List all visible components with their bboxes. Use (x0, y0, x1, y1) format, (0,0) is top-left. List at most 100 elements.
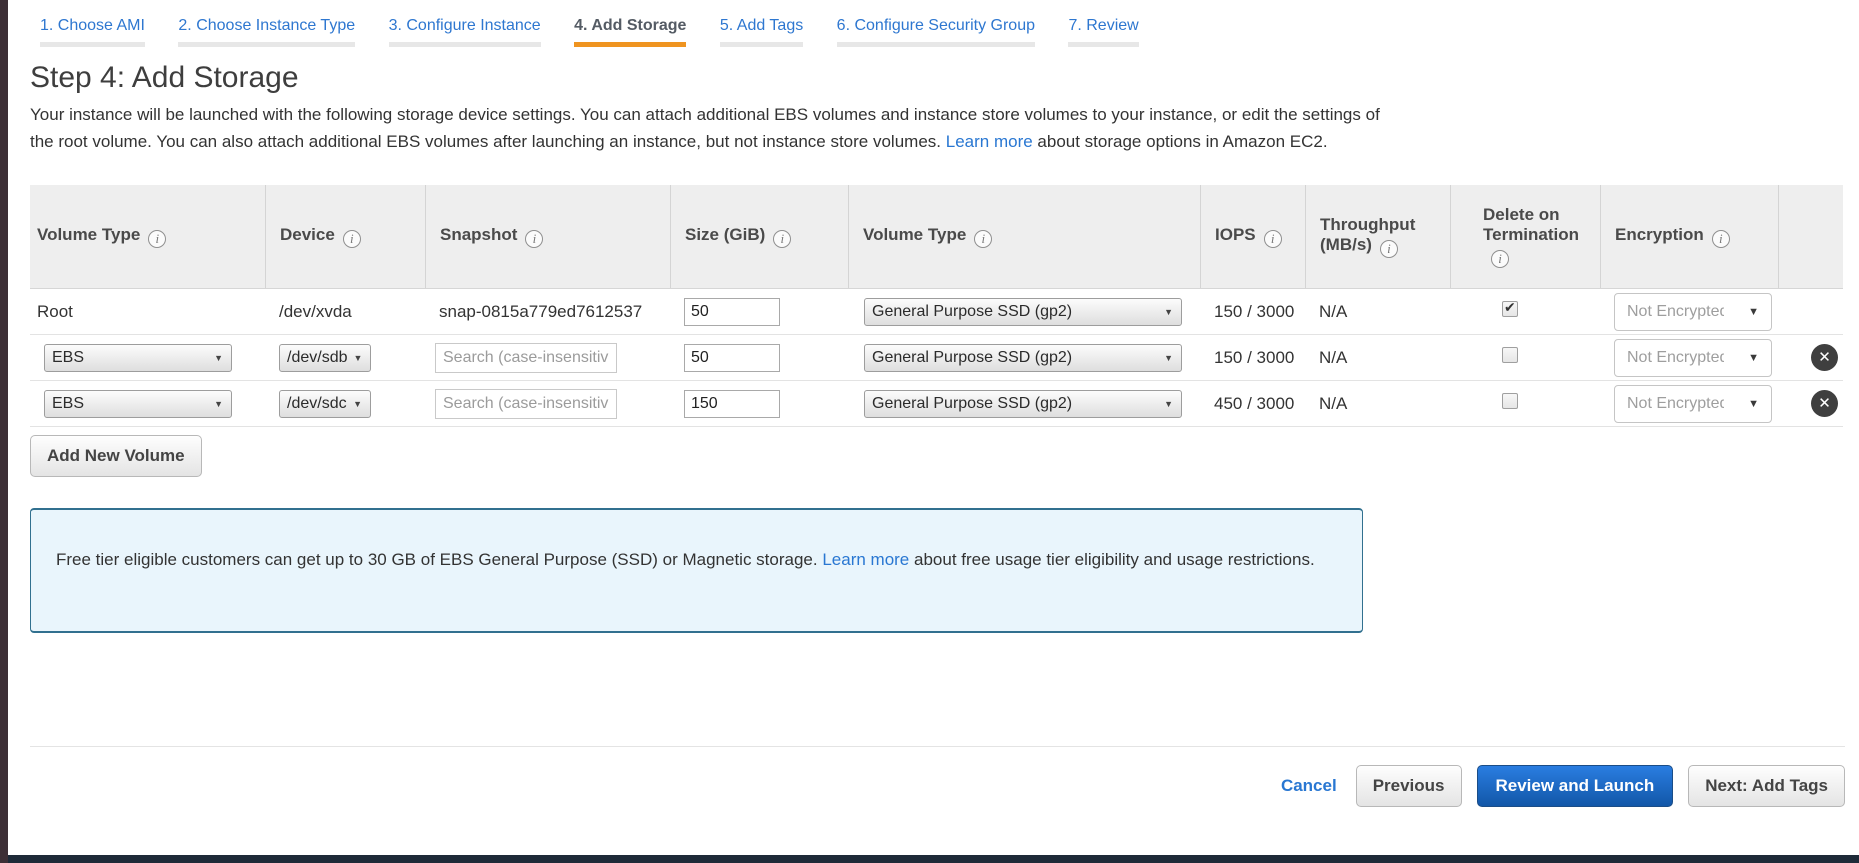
device-select[interactable]: /dev/sdc ▼ (279, 389, 371, 418)
delete-on-termination-checkbox[interactable] (1502, 393, 1518, 409)
wizard-step-tabs: 1. Choose AMI 2. Choose Instance Type 3.… (30, 0, 1845, 47)
remove-volume-button[interactable]: ✕ (1811, 390, 1838, 417)
ec2-launch-wizard-page: 1. Choose AMI 2. Choose Instance Type 3.… (0, 0, 1859, 863)
footer-divider (30, 746, 1845, 747)
volume-row-sdc: EBS▼ /dev/sdc▼ General Purpose SSD (gp2)… (30, 381, 1843, 427)
column-header-iops: IOPS i (1200, 185, 1305, 288)
size-input[interactable] (684, 389, 780, 418)
chevron-down-icon: ▼ (1748, 351, 1759, 364)
tab-underline (836, 42, 1035, 47)
column-header-delete-on-termination: Delete on Termination i (1450, 185, 1600, 288)
select-caret-icon: ▼ (214, 352, 223, 363)
column-header-volume-type: Volume Type i (30, 185, 265, 288)
column-header-actions (1778, 185, 1843, 288)
tab-underline (40, 42, 145, 47)
encryption-select[interactable]: Not Encrypted ▼ (1614, 292, 1772, 331)
select-caret-icon: ▼ (214, 398, 223, 409)
iops-cell: 150 / 3000 (1214, 347, 1295, 367)
info-icon[interactable]: i (974, 230, 993, 248)
info-icon[interactable]: i (342, 230, 361, 248)
tab-underline (388, 42, 541, 47)
size-input[interactable] (684, 343, 780, 372)
tab-label: 4. Add Storage (574, 17, 687, 34)
tab-label: 2. Choose Instance Type (178, 17, 356, 34)
info-icon[interactable]: i (773, 230, 792, 248)
tab-label: 3. Configure Instance (388, 17, 541, 34)
tab-underline (178, 42, 356, 47)
intro-text: Your instance will be launched with the … (30, 101, 1380, 155)
volume-type-select[interactable]: General Purpose SSD (gp2) ▼ (864, 343, 1182, 372)
volume-row-sdb: EBS▼ /dev/sdb▼ General Purpose SSD (gp2)… (30, 335, 1843, 381)
column-header-volume-type-2: Volume Type i (848, 185, 1200, 288)
select-caret-icon: ▼ (1164, 352, 1173, 363)
tab-underline (719, 42, 804, 47)
previous-button[interactable]: Previous (1355, 765, 1462, 807)
device-cell: /dev/xvda (279, 301, 352, 321)
volume-type-select[interactable]: General Purpose SSD (gp2) ▼ (864, 297, 1182, 326)
tab-choose-ami[interactable]: 1. Choose AMI (30, 17, 155, 47)
volume-type-select[interactable]: General Purpose SSD (gp2) ▼ (864, 389, 1182, 418)
learn-more-storage-link[interactable]: Learn more (946, 132, 1033, 151)
snapshot-cell: snap-0815a779ed7612537 (439, 301, 643, 321)
snapshot-search-input[interactable] (435, 342, 617, 373)
snapshot-search-input[interactable] (435, 388, 617, 419)
tab-label: 6. Configure Security Group (836, 17, 1035, 34)
column-header-throughput: Throughput (MB/s) i (1305, 185, 1450, 288)
size-input[interactable] (684, 297, 780, 326)
info-icon[interactable]: i (525, 230, 544, 248)
column-header-size: Size (GiB) i (670, 185, 848, 288)
next-add-tags-button[interactable]: Next: Add Tags (1688, 765, 1845, 807)
volume-row-root: Root /dev/xvda snap-0815a779ed7612537 Ge… (30, 289, 1843, 335)
delete-on-termination-checkbox[interactable] (1502, 347, 1518, 363)
left-edge-stripe (0, 0, 8, 863)
volume-type-select[interactable]: EBS ▼ (44, 389, 232, 418)
tab-review[interactable]: 7. Review (1058, 17, 1148, 47)
page-title: Step 4: Add Storage (30, 61, 299, 94)
encryption-select[interactable]: Not Encrypted ▼ (1614, 338, 1772, 377)
encryption-select[interactable]: Not Encrypted ▼ (1614, 384, 1772, 423)
info-icon[interactable]: i (1711, 230, 1730, 248)
info-icon[interactable]: i (1263, 230, 1282, 248)
remove-volume-button[interactable]: ✕ (1811, 344, 1838, 371)
info-icon[interactable]: i (1379, 240, 1398, 258)
throughput-cell: N/A (1319, 393, 1348, 413)
tab-configure-instance[interactable]: 3. Configure Instance (379, 17, 551, 47)
column-header-encryption: Encryption i (1600, 185, 1778, 288)
column-header-device: Device i (265, 185, 425, 288)
table-header-row: Volume Type i Device i Snapshot i Size (GiB… (30, 185, 1843, 289)
tab-choose-instance-type[interactable]: 2. Choose Instance Type (168, 17, 365, 47)
free-tier-notice-text: Free tier eligible customers can get up … (56, 550, 818, 569)
footer-bar (8, 855, 1859, 863)
select-caret-icon: ▼ (353, 352, 363, 363)
throughput-cell: N/A (1319, 347, 1348, 367)
select-caret-icon: ▼ (1164, 398, 1173, 409)
tab-underline (574, 42, 687, 47)
select-caret-icon: ▼ (353, 398, 362, 409)
iops-cell: 150 / 3000 (1214, 301, 1295, 321)
tab-label: 1. Choose AMI (40, 17, 145, 34)
tab-add-tags[interactable]: 5. Add Tags (710, 17, 813, 47)
device-select[interactable]: /dev/sdb ▼ (279, 343, 371, 372)
intro-text-after: about storage options in Amazon EC2. (1037, 132, 1328, 151)
cancel-link[interactable]: Cancel (1281, 776, 1337, 796)
tab-add-storage[interactable]: 4. Add Storage (564, 17, 696, 47)
select-caret-icon: ▼ (1164, 306, 1173, 317)
free-tier-notice-text-after: about free usage tier eligibility and us… (914, 550, 1315, 569)
tab-configure-security-group[interactable]: 6. Configure Security Group (827, 17, 1045, 47)
footer-actions: Cancel Previous Review and Launch Next: … (30, 765, 1845, 807)
chevron-down-icon: ▼ (1748, 305, 1759, 318)
review-and-launch-button[interactable]: Review and Launch (1476, 765, 1674, 807)
volume-type-cell: Root (37, 301, 73, 321)
info-icon[interactable]: i (1491, 250, 1509, 268)
chevron-down-icon: ▼ (1748, 397, 1759, 410)
add-new-volume-button[interactable]: Add New Volume (30, 435, 202, 477)
delete-on-termination-checkbox[interactable] (1502, 299, 1518, 317)
column-header-snapshot: Snapshot i (425, 185, 670, 288)
volume-type-select[interactable]: EBS ▼ (44, 343, 232, 372)
iops-cell: 450 / 3000 (1214, 393, 1295, 413)
storage-volumes-table: Volume Type i Device i Snapshot i Size (GiB… (30, 185, 1843, 427)
free-tier-notice: Free tier eligible customers can get up … (30, 508, 1363, 633)
learn-more-free-tier-link[interactable]: Learn more (822, 550, 909, 569)
info-icon[interactable]: i (148, 230, 167, 248)
throughput-cell: N/A (1319, 301, 1348, 321)
